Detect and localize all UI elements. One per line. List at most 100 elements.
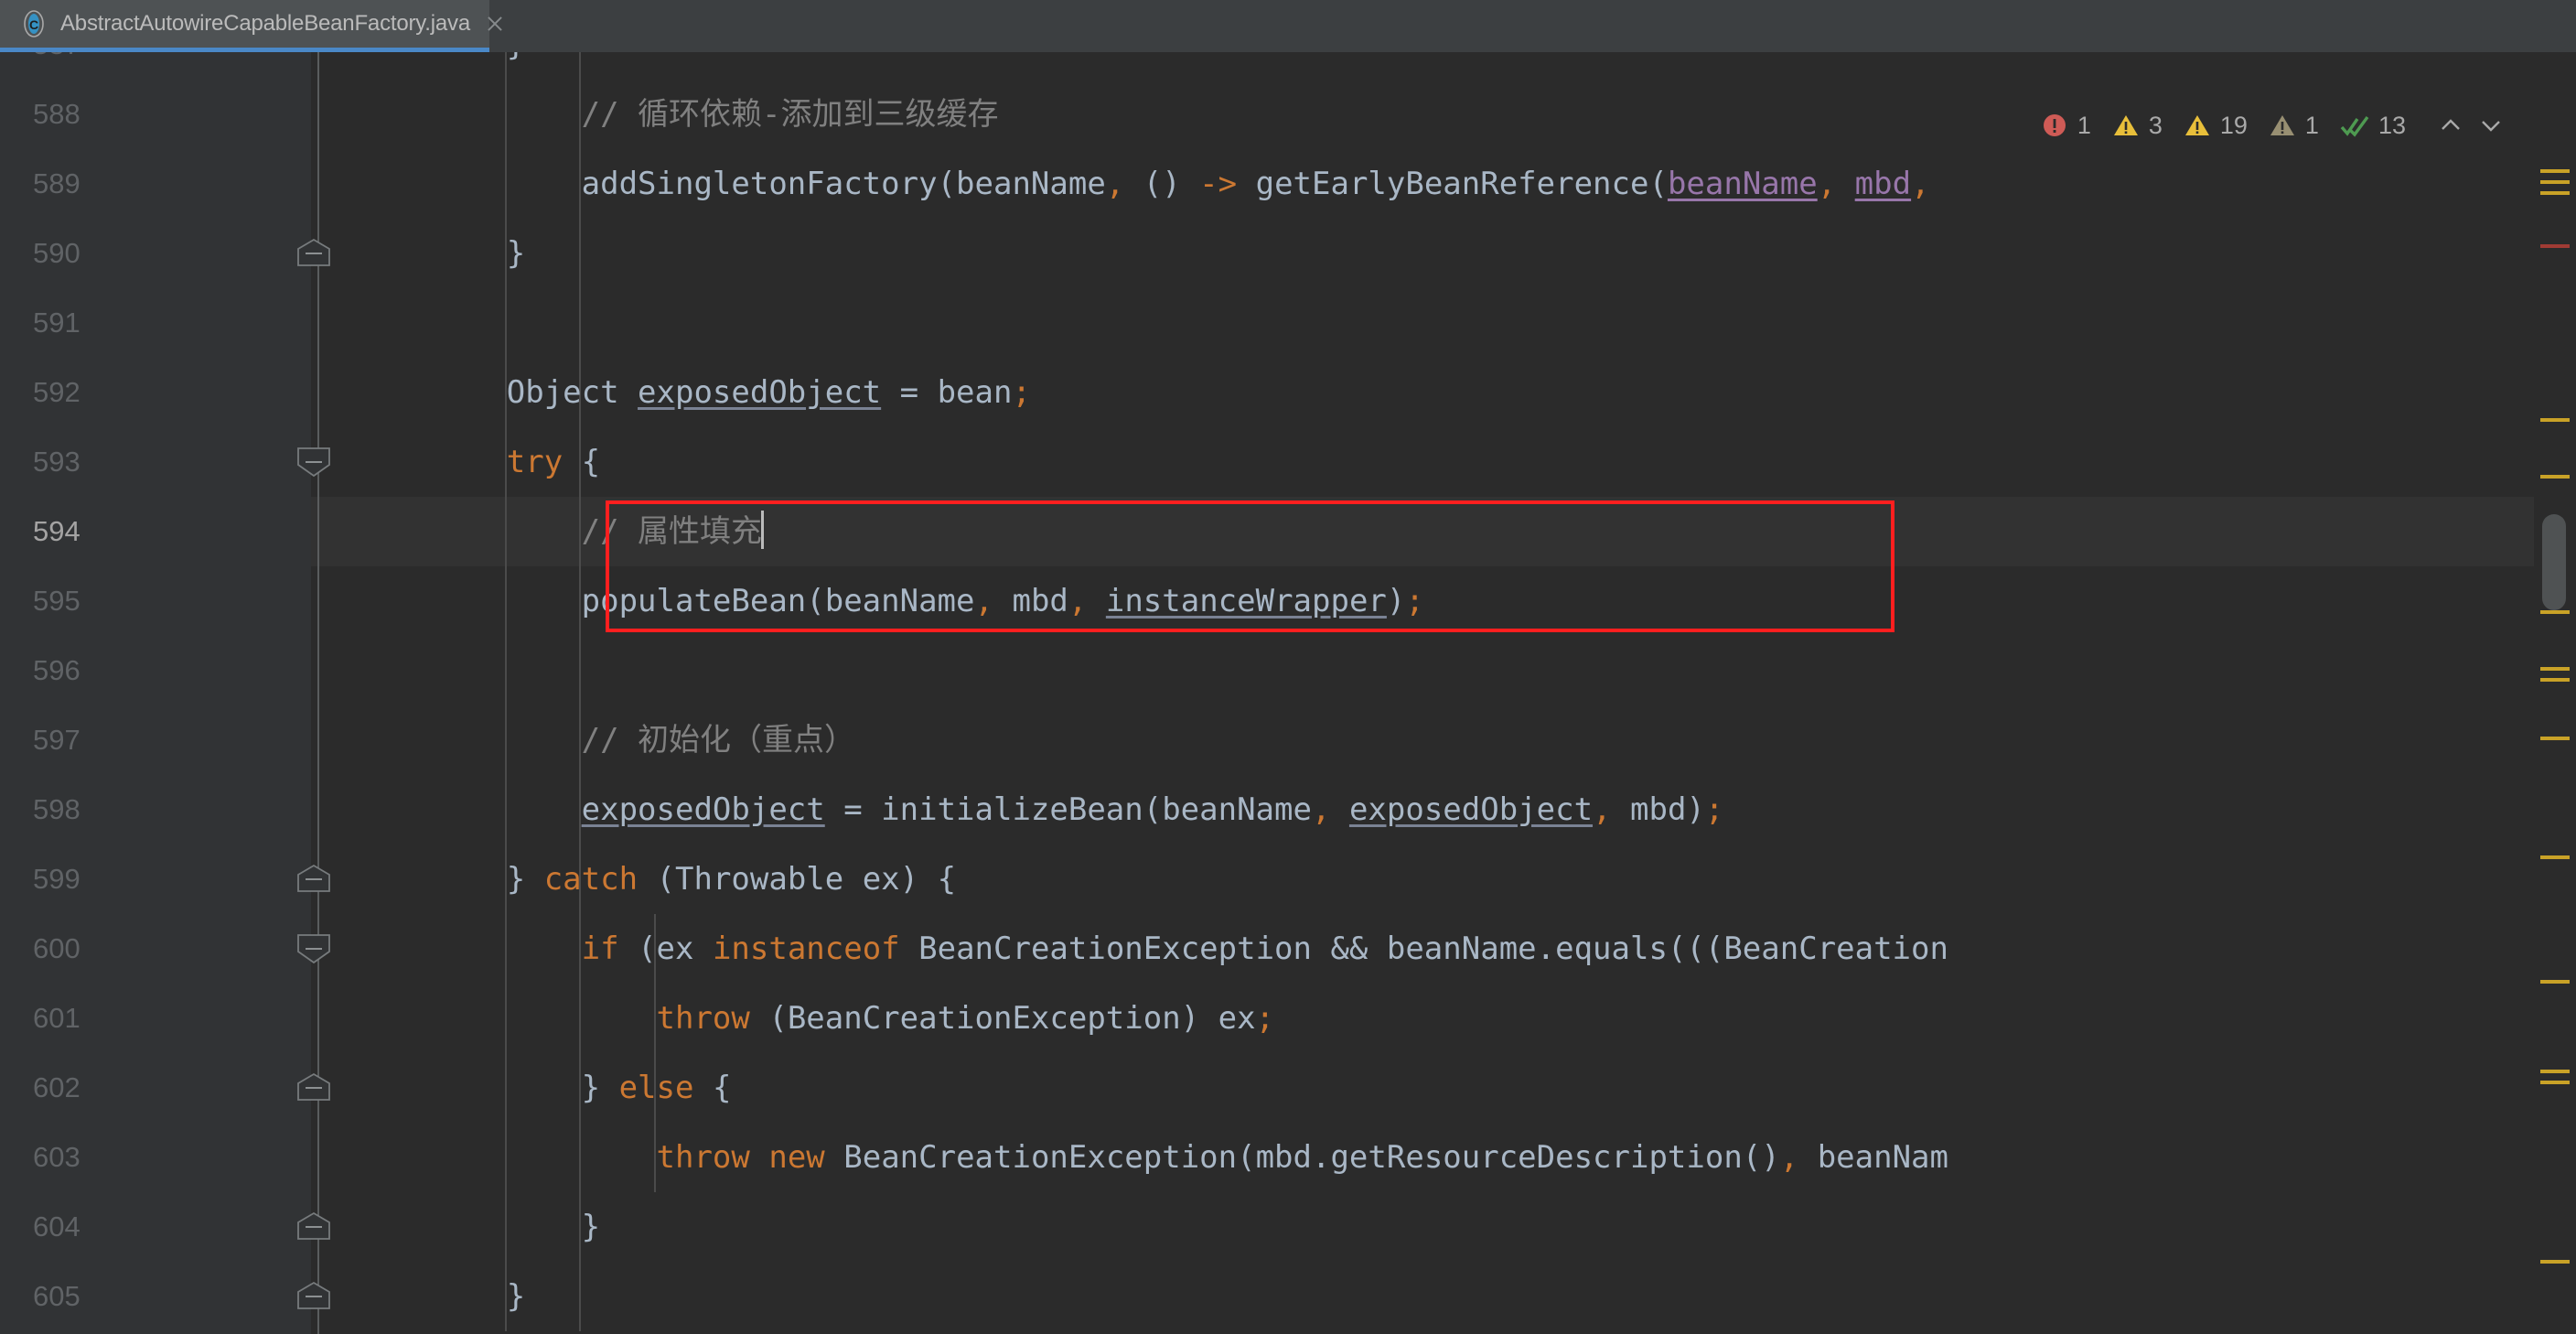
code-token: // 属性填充	[581, 513, 763, 550]
gutter-line-number[interactable]: 602	[0, 1053, 311, 1123]
line-number-label: 596	[33, 654, 80, 686]
code-line[interactable]: // 初始化（重点）	[357, 705, 855, 775]
inspection-inspection-ok[interactable]: 13	[2339, 111, 2406, 140]
code-token: Object	[357, 374, 639, 411]
code-token: instanceWrapper	[1105, 583, 1387, 619]
gutter-line-number[interactable]: 600	[0, 914, 311, 984]
gutter-line-number[interactable]: 601	[0, 984, 311, 1053]
code-token: new	[768, 1139, 825, 1176]
line-number-label: 593	[33, 446, 80, 478]
code-line[interactable]: }	[357, 1262, 525, 1331]
gutter-line-number[interactable]: 599	[0, 845, 311, 914]
line-number-label: 588	[33, 98, 80, 130]
error-stripe-mark[interactable]	[2540, 667, 2570, 671]
inspection-warning[interactable]: 19	[2183, 111, 2248, 140]
close-icon[interactable]	[483, 12, 507, 36]
editor-tabbar: C AbstractAutowireCapableBeanFactory.jav…	[0, 0, 2576, 52]
fold-marker-collapse-down-icon[interactable]	[295, 933, 333, 964]
code-line[interactable]: throw new BeanCreationException(mbd.getR…	[357, 1123, 1948, 1192]
gutter-line-number[interactable]: 588	[0, 80, 311, 149]
code-line[interactable]: try {	[357, 427, 600, 497]
gutter-line-number[interactable]: 596	[0, 636, 311, 705]
code-line[interactable]: exposedObject = initializeBean(beanName,…	[357, 775, 1724, 845]
code-line[interactable]: if (ex instanceof BeanCreationException …	[357, 914, 1948, 984]
fold-marker-collapse-up-icon[interactable]	[295, 1211, 333, 1243]
code-token: ,	[1068, 583, 1088, 619]
code-token: throw	[656, 1139, 750, 1176]
error-stripe-mark[interactable]	[2540, 678, 2570, 682]
inspection-error[interactable]: 1	[2040, 111, 2091, 140]
inspection-ok-icon	[2339, 111, 2370, 140]
error-stripe-mark[interactable]	[2540, 610, 2570, 614]
error-stripe-mark[interactable]	[2540, 244, 2570, 248]
code-line[interactable]: populateBean(beanName, mbd, instanceWrap…	[357, 566, 1424, 636]
error-stripe-mark[interactable]	[2540, 1070, 2570, 1073]
line-number-label: 602	[33, 1071, 80, 1103]
error-stripe-scrollbar[interactable]	[2534, 52, 2576, 1334]
code-line[interactable]: // 属性填充	[357, 497, 765, 566]
code-token: ;	[1255, 1000, 1275, 1037]
chevron-up-icon[interactable]	[2435, 110, 2466, 141]
error-stripe-mark[interactable]	[2540, 418, 2570, 422]
code-line[interactable]: addSingletonFactory(beanName, () -> getE…	[357, 149, 1930, 219]
gutter-line-number[interactable]: 592	[0, 358, 311, 427]
gutter-line-number[interactable]: 589	[0, 149, 311, 219]
error-stripe-mark[interactable]	[2540, 191, 2570, 195]
code-token: ,	[1911, 166, 1930, 202]
error-stripe-mark[interactable]	[2540, 737, 2570, 740]
gutter-line-number[interactable]: 591	[0, 288, 311, 358]
gutter-line-number[interactable]: 605	[0, 1262, 311, 1331]
gutter-line-number[interactable]: 590	[0, 219, 311, 288]
error-stripe-mark[interactable]	[2540, 180, 2570, 184]
gutter-line-number[interactable]: 593	[0, 427, 311, 497]
scrollbar-thumb[interactable]	[2542, 514, 2566, 610]
code-token: = initializeBean(beanName	[824, 791, 1312, 828]
error-stripe-mark[interactable]	[2540, 1260, 2570, 1264]
inspection-warning[interactable]: 3	[2111, 111, 2163, 140]
code-token: }	[357, 861, 544, 898]
chevron-down-icon[interactable]	[2475, 110, 2506, 141]
code-line[interactable]: } catch (Throwable ex) {	[357, 845, 956, 914]
code-line[interactable]: // 循环依赖-添加到三级缓存	[357, 80, 999, 149]
line-number-label: 599	[33, 863, 80, 895]
gutter-line-number[interactable]: 604	[0, 1192, 311, 1262]
gutter-line-number[interactable]: 587	[0, 52, 311, 80]
code-editor[interactable]: 587 588 589 590 591 592 593 594 595 596 597 598 599 6…	[0, 52, 2576, 1334]
gutter-line-number[interactable]: 595	[0, 566, 311, 636]
line-number-label: 603	[33, 1141, 80, 1173]
inspection-widget[interactable]: 1 3 19 1 13	[2040, 105, 2506, 145]
line-number-label: 589	[33, 167, 80, 199]
fold-marker-collapse-up-icon[interactable]	[295, 238, 333, 269]
code-token: ,	[1311, 791, 1331, 828]
gutter-line-number[interactable]: 597	[0, 705, 311, 775]
code-line[interactable]: } else {	[357, 1053, 732, 1123]
error-stripe-mark[interactable]	[2540, 169, 2570, 173]
fold-marker-collapse-down-icon[interactable]	[295, 446, 333, 478]
error-icon	[2040, 111, 2069, 140]
code-line[interactable]: }	[357, 52, 525, 80]
code-line[interactable]: Object exposedObject = bean;	[357, 358, 1031, 427]
fold-marker-collapse-up-icon[interactable]	[295, 1072, 333, 1103]
code-token: mbd	[993, 583, 1068, 619]
error-stripe-mark[interactable]	[2540, 855, 2570, 859]
code-line[interactable]: }	[357, 1192, 600, 1262]
code-token: instanceof	[712, 931, 900, 967]
line-number-label: 587	[0, 52, 80, 61]
error-stripe-mark[interactable]	[2540, 980, 2570, 984]
editor-tab-active[interactable]: C AbstractAutowireCapableBeanFactory.jav…	[0, 0, 489, 48]
inspection-weak-warning[interactable]: 1	[2268, 111, 2319, 140]
code-line[interactable]: throw (BeanCreationException) ex;	[357, 984, 1275, 1053]
gutter-line-number[interactable]: 594	[0, 497, 311, 566]
warning-icon	[2111, 111, 2141, 140]
error-stripe-mark[interactable]	[2540, 475, 2570, 479]
gutter-line-number[interactable]: 603	[0, 1123, 311, 1192]
fold-marker-collapse-up-icon[interactable]	[295, 1281, 333, 1312]
fold-marker-collapse-up-icon[interactable]	[295, 864, 333, 895]
error-stripe-mark[interactable]	[2540, 1081, 2570, 1084]
gutter-line-number[interactable]: 598	[0, 775, 311, 845]
code-token: if	[581, 931, 619, 967]
code-line[interactable]: }	[357, 219, 525, 288]
